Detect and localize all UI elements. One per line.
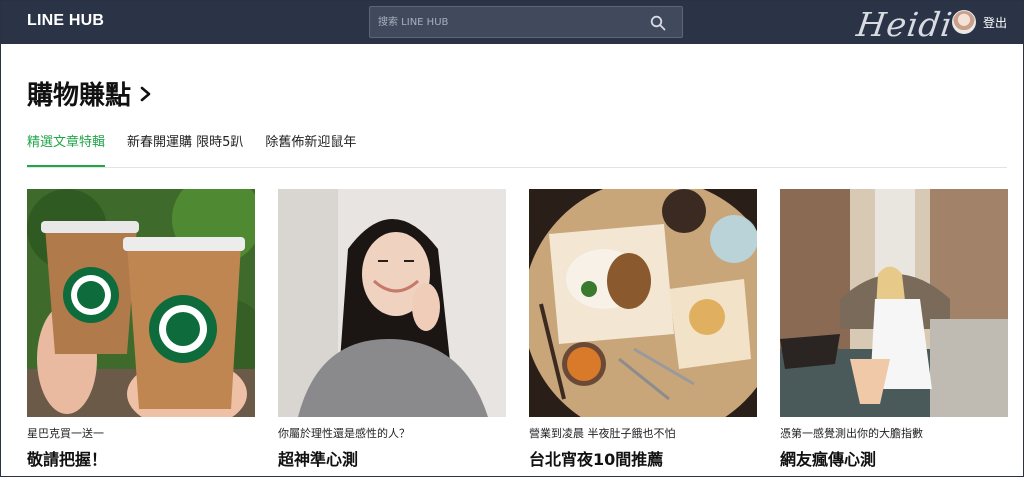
search-box[interactable]	[369, 6, 683, 38]
section-title-link[interactable]: 購物賺點	[27, 75, 153, 112]
logout-link[interactable]: 登出	[983, 14, 1007, 31]
tab-featured[interactable]: 精選文章特輯	[27, 129, 106, 167]
article-card[interactable]: 你屬於理性還是感性的人？ 超神準心測	[278, 189, 506, 470]
card-subtitle: 憑第一感覺測出你的大膽指數	[780, 427, 923, 440]
food-table-image[interactable]	[529, 189, 757, 417]
starbucks-coffee-image[interactable]	[27, 189, 255, 417]
signature-watermark: Heidi	[854, 5, 956, 44]
section-title: 購物賺點	[27, 81, 132, 111]
article-card[interactable]: 憑第一感覺測出你的大膽指數 網友瘋傳心測	[780, 189, 1008, 470]
woman-portrait-image[interactable]	[278, 189, 506, 417]
page-frame: LINE HUB Heidi 登出 購物賺點 精選文章特輯 新春開運購 限時5趴…	[0, 0, 1024, 477]
card-subtitle: 營業到凌晨 半夜肚子餓也不怕	[529, 427, 676, 440]
chevron-right-icon	[140, 86, 151, 101]
article-card[interactable]: 星巴克買一送一 敬請把握！	[27, 189, 255, 470]
article-card[interactable]: 營業到凌晨 半夜肚子餓也不怕 台北宵夜10間推薦	[529, 189, 757, 470]
line-hub-logo[interactable]: LINE HUB	[27, 12, 104, 30]
card-title[interactable]: 網友瘋傳心測	[780, 446, 1008, 470]
card-title[interactable]: 超神準心測	[278, 446, 506, 470]
card-subtitle: 星巴克買一送一	[27, 427, 104, 440]
user-avatar[interactable]	[952, 10, 976, 34]
venice-canal-image[interactable]	[780, 189, 1008, 417]
top-bar: LINE HUB Heidi 登出	[1, 1, 1023, 44]
tab-out-with-old[interactable]: 除舊佈新迎鼠年	[265, 129, 356, 167]
search-icon[interactable]	[650, 15, 666, 31]
card-subtitle: 你屬於理性還是感性的人？	[278, 427, 410, 440]
card-title[interactable]: 台北宵夜10間推薦	[529, 446, 757, 470]
category-tabs: 精選文章特輯 新春開運購 限時5趴 除舊佈新迎鼠年	[27, 129, 378, 167]
card-title[interactable]: 敬請把握！	[27, 446, 255, 470]
tab-new-year-lucky-shopping[interactable]: 新春開運購 限時5趴	[127, 129, 243, 167]
tabs-divider	[27, 167, 1007, 168]
search-input[interactable]	[378, 13, 638, 31]
